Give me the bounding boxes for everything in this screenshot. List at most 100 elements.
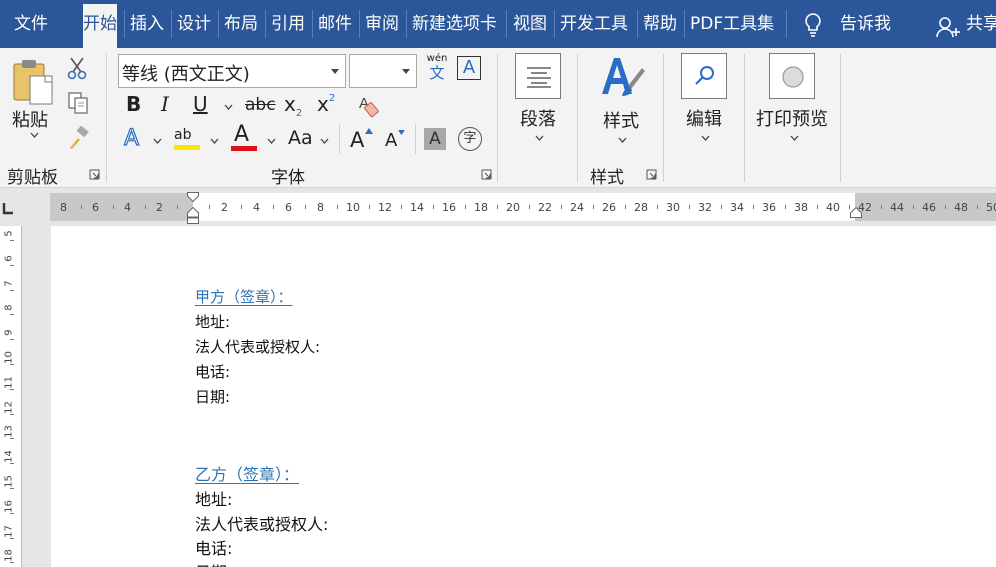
chevron-down-icon[interactable]: [535, 135, 544, 141]
ruler-number: 6: [92, 201, 99, 214]
chevron-down-icon[interactable]: [153, 138, 162, 144]
chevron-down-icon[interactable]: [210, 138, 219, 144]
text-effects-button[interactable]: A: [123, 125, 139, 151]
shrink-font-button[interactable]: A: [385, 130, 409, 154]
ruler-tick: [401, 205, 402, 209]
dialog-launcher-icon[interactable]: [481, 169, 492, 180]
editing-label[interactable]: 编辑: [686, 105, 722, 131]
menu-separator: [406, 10, 407, 38]
chevron-down-icon[interactable]: [224, 104, 233, 110]
right-indent-marker[interactable]: [850, 207, 862, 218]
party-a-phone[interactable]: 电话:: [195, 361, 230, 382]
party-b-representative[interactable]: 法人代表或授权人:: [195, 511, 328, 535]
party-a-date[interactable]: 日期:: [195, 386, 230, 407]
paste-label[interactable]: 粘贴: [12, 106, 48, 132]
tab-design[interactable]: 设计: [177, 0, 211, 48]
menu-file[interactable]: 文件: [14, 0, 48, 48]
share-person-icon[interactable]: [935, 15, 961, 39]
first-line-indent-marker[interactable]: [187, 192, 199, 202]
party-a-address[interactable]: 地址:: [195, 311, 230, 332]
font-size-combo[interactable]: [349, 54, 417, 88]
vertical-ruler[interactable]: 5 6 7 8 9 10 11 12 13 14 15 16 17 18: [0, 226, 22, 567]
dropdown-arrow-icon[interactable]: [402, 69, 410, 74]
tell-me-box[interactable]: 告诉我: [840, 0, 891, 48]
paste-icon[interactable]: [12, 58, 56, 106]
paragraph-button[interactable]: [515, 53, 561, 99]
menu-separator: [312, 10, 313, 38]
strikethrough-button[interactable]: abc: [245, 95, 276, 115]
ruler-number: 44: [890, 201, 904, 214]
tab-home[interactable]: 开始: [83, 4, 117, 48]
tab-layout[interactable]: 布局: [224, 0, 258, 48]
clipboard-group-label: 剪贴板: [7, 168, 58, 188]
enclose-characters-button[interactable]: 字: [458, 127, 482, 151]
party-b-phone[interactable]: 电话:: [195, 535, 232, 559]
superscript-button[interactable]: x2: [317, 92, 335, 116]
change-case-button[interactable]: Aa: [288, 127, 313, 149]
menu-bar: 文件 开始 插入 设计 布局 引用 邮件 审阅 新建选项卡 视图 开发工具 帮助 PDF工具集 告诉我 …: [0, 0, 996, 48]
tab-review[interactable]: 审阅: [365, 0, 399, 48]
tab-pdf-tools[interactable]: PDF工具集: [690, 0, 774, 48]
hanging-indent-marker[interactable]: [187, 207, 199, 224]
cut-icon[interactable]: [66, 56, 88, 80]
chevron-down-icon[interactable]: [267, 138, 276, 144]
tab-help[interactable]: 帮助: [643, 0, 677, 48]
dialog-launcher-icon[interactable]: [89, 169, 100, 180]
print-preview-button[interactable]: [769, 53, 815, 99]
lightbulb-icon[interactable]: [803, 12, 823, 38]
tab-stop-selector-icon[interactable]: [1, 202, 14, 215]
chevron-down-icon[interactable]: [320, 138, 329, 144]
ruler-tick: [497, 205, 498, 209]
styles-label[interactable]: 样式: [603, 107, 639, 133]
menu-separator: [218, 10, 219, 38]
ruler-number: 8: [60, 201, 67, 214]
print-preview-label[interactable]: 打印预览: [756, 105, 828, 131]
editing-button[interactable]: [681, 53, 727, 99]
bold-button[interactable]: B: [126, 92, 141, 116]
format-painter-icon[interactable]: [66, 126, 90, 150]
clear-formatting-icon[interactable]: A: [357, 92, 381, 118]
tab-insert[interactable]: 插入: [130, 0, 164, 48]
character-shading-button[interactable]: A: [424, 128, 446, 150]
shrink-font-a: A: [385, 130, 398, 151]
underline-button[interactable]: U: [193, 92, 208, 116]
party-b-date[interactable]: 日期:: [195, 559, 232, 567]
dropdown-arrow-icon[interactable]: [331, 69, 339, 74]
vertical-ruler-tick: [10, 388, 14, 390]
chevron-down-icon[interactable]: [30, 132, 39, 138]
phonetic-guide-button[interactable]: wén 文: [425, 53, 449, 87]
chevron-down-icon[interactable]: [790, 135, 799, 141]
tab-references[interactable]: 引用: [271, 0, 305, 48]
tab-developer[interactable]: 开发工具: [560, 0, 628, 48]
party-a-title[interactable]: 甲方（签章）：: [195, 286, 293, 307]
grow-font-button[interactable]: A: [350, 128, 376, 154]
dialog-launcher-icon[interactable]: [646, 169, 657, 180]
font-color-button[interactable]: A: [231, 122, 259, 152]
horizontal-ruler[interactable]: 8 6 4 2 2 4 6 8 10 12 14 16 18 20 22 24 26 28 30 32 34 36 38 40…: [50, 192, 996, 224]
chevron-down-icon[interactable]: [701, 135, 710, 141]
ruler-number: 50: [986, 201, 996, 214]
party-a-representative[interactable]: 法人代表或授权人:: [195, 336, 320, 357]
ruler-number: 46: [922, 201, 936, 214]
italic-button[interactable]: I: [161, 92, 169, 116]
tab-mailings[interactable]: 邮件: [318, 0, 352, 48]
share-button[interactable]: 共享: [966, 0, 996, 48]
caret-up-icon: [365, 128, 373, 134]
subscript-button[interactable]: x2: [284, 92, 302, 119]
document-page[interactable]: 甲方（签章）： 地址: 法人代表或授权人: 电话: 日期: 乙方（签章）： 地址…: [51, 226, 996, 567]
menu-separator: [265, 10, 266, 38]
font-name-combo[interactable]: 等线 (西文正文): [118, 54, 346, 88]
group-separator: [744, 54, 745, 182]
party-b-address[interactable]: 地址:: [195, 486, 232, 510]
copy-icon[interactable]: [68, 92, 88, 114]
chevron-down-icon[interactable]: [618, 137, 627, 143]
tab-view[interactable]: 视图: [513, 0, 547, 48]
character-border-button[interactable]: A: [457, 56, 481, 80]
tab-new[interactable]: 新建选项卡: [412, 0, 497, 48]
group-separator: [106, 54, 107, 182]
paragraph-label[interactable]: 段落: [520, 105, 556, 131]
party-b-title[interactable]: 乙方（签章）：: [195, 461, 299, 485]
text-highlight-button[interactable]: ab: [174, 124, 202, 152]
ruler-tick: [113, 205, 114, 209]
styles-brush-icon[interactable]: [598, 54, 646, 102]
